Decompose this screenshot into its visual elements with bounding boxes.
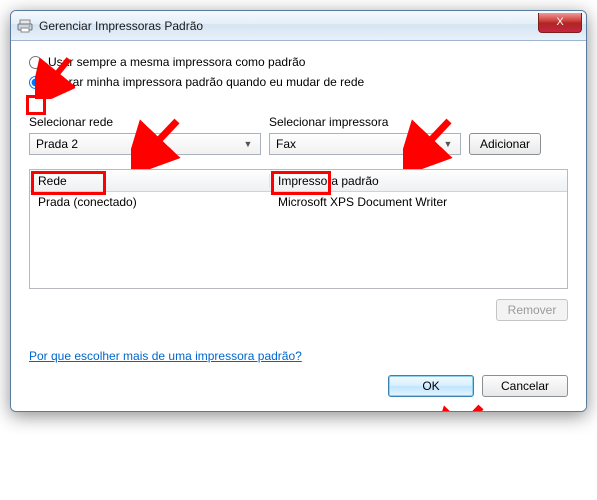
remove-button: Remover: [496, 299, 568, 321]
network-combo[interactable]: Prada 2 ▼: [29, 133, 261, 155]
radio-input-same[interactable]: [29, 56, 42, 69]
combo-labels-row: Selecionar rede Selecionar impressora: [29, 115, 568, 129]
table-row[interactable]: Prada (conectado) Microsoft XPS Document…: [30, 192, 567, 212]
cancel-button-label: Cancelar: [501, 379, 549, 393]
label-select-network: Selecionar rede: [29, 115, 269, 129]
close-icon: X: [556, 16, 563, 28]
network-combo-value: Prada 2: [36, 137, 78, 151]
radio-input-change[interactable]: [29, 76, 42, 89]
radio-label-same: Usar sempre a mesma impressora como padr…: [48, 55, 305, 69]
remove-row: Remover: [29, 299, 568, 321]
ok-button-label: OK: [422, 379, 439, 393]
ok-button[interactable]: OK: [388, 375, 474, 397]
radio-change-by-network[interactable]: Alterar minha impressora padrão quando e…: [29, 75, 568, 89]
printer-combo[interactable]: Fax ▼: [269, 133, 461, 155]
mapping-table[interactable]: Rede Impressora padrão Prada (conectado)…: [29, 169, 568, 289]
th-printer: Impressora padrão: [270, 174, 567, 188]
add-button[interactable]: Adicionar: [469, 133, 541, 155]
dialog-window: Gerenciar Impressoras Padrão X Usar semp…: [10, 10, 587, 412]
close-button[interactable]: X: [538, 13, 582, 33]
window-title: Gerenciar Impressoras Padrão: [39, 19, 203, 33]
dialog-buttons: OK Cancelar: [29, 375, 568, 397]
remove-button-label: Remover: [508, 303, 557, 317]
client-area: Usar sempre a mesma impressora como padr…: [11, 41, 586, 411]
help-link-text: Por que escolher mais de uma impressora …: [29, 349, 302, 363]
titlebar: Gerenciar Impressoras Padrão X: [11, 11, 586, 41]
cancel-button[interactable]: Cancelar: [482, 375, 568, 397]
th-network: Rede: [30, 174, 270, 188]
table-header: Rede Impressora padrão: [30, 170, 567, 192]
chevron-down-icon: ▼: [440, 139, 456, 149]
radio-same-printer[interactable]: Usar sempre a mesma impressora como padr…: [29, 55, 568, 69]
add-button-label: Adicionar: [480, 137, 530, 151]
chevron-down-icon: ▼: [240, 139, 256, 149]
combo-row: Prada 2 ▼ Fax ▼ Adicionar: [29, 133, 568, 155]
help-link[interactable]: Por que escolher mais de uma impressora …: [29, 349, 302, 363]
printer-icon: [17, 18, 33, 34]
radio-label-change: Alterar minha impressora padrão quando e…: [48, 75, 364, 89]
printer-combo-value: Fax: [276, 137, 296, 151]
cell-network: Prada (conectado): [30, 195, 270, 209]
cell-printer: Microsoft XPS Document Writer: [270, 195, 567, 209]
label-select-printer: Selecionar impressora: [269, 115, 469, 129]
